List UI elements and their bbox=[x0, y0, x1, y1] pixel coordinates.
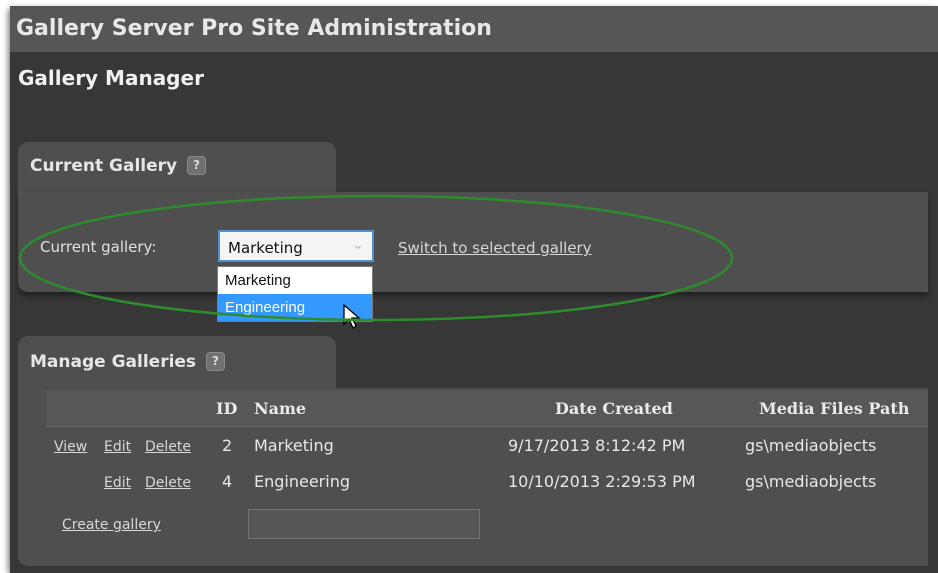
site-admin-header: Gallery Server Pro Site Administration bbox=[10, 6, 938, 52]
chevron-down-icon: ⌄ bbox=[352, 237, 364, 253]
page-title: Gallery Manager bbox=[18, 66, 204, 90]
view-link[interactable]: View bbox=[54, 439, 87, 455]
gallery-id: 2 bbox=[222, 436, 233, 455]
manage-galleries-title: Manage Galleries bbox=[30, 352, 197, 372]
dropdown-option-marketing[interactable]: Marketing bbox=[218, 267, 372, 294]
mouse-pointer-icon bbox=[343, 304, 361, 329]
column-header-name: Name bbox=[254, 399, 307, 418]
delete-link[interactable]: Delete bbox=[145, 475, 191, 491]
gallery-id: 4 bbox=[222, 472, 233, 491]
gallery-name: Marketing bbox=[254, 436, 334, 455]
gallery-media-path: gs\mediaobjects bbox=[745, 436, 877, 455]
current-gallery-panel: Current Gallery ? Current gallery: Marke… bbox=[18, 142, 928, 329]
create-gallery-link[interactable]: Create gallery bbox=[62, 517, 161, 533]
current-gallery-selected-value: Marketing bbox=[228, 239, 303, 257]
current-gallery-label: Current gallery: bbox=[40, 238, 157, 256]
switch-gallery-link[interactable]: Switch to selected gallery bbox=[398, 239, 592, 257]
help-icon[interactable]: ? bbox=[205, 352, 225, 371]
new-gallery-name-input[interactable] bbox=[248, 509, 480, 539]
delete-link[interactable]: Delete bbox=[145, 439, 191, 455]
gallery-media-path: gs\mediaobjects bbox=[745, 472, 877, 491]
current-gallery-heading: Current Gallery ? bbox=[30, 156, 207, 176]
gallery-name: Engineering bbox=[254, 472, 350, 491]
current-gallery-select[interactable]: Marketing ⌄ bbox=[218, 230, 374, 262]
current-gallery-title: Current Gallery bbox=[30, 156, 178, 176]
site-admin-title: Gallery Server Pro Site Administration bbox=[16, 16, 492, 41]
gallery-date-created: 9/17/2013 8:12:42 PM bbox=[508, 436, 686, 455]
manage-galleries-heading: Manage Galleries ? bbox=[30, 352, 225, 372]
column-header-id: ID bbox=[216, 399, 238, 418]
edit-link[interactable]: Edit bbox=[104, 439, 131, 455]
column-header-media-path: Media Files Path bbox=[759, 399, 910, 418]
gallery-date-created: 10/10/2013 2:29:53 PM bbox=[508, 472, 696, 491]
help-icon[interactable]: ? bbox=[187, 156, 207, 175]
edit-link[interactable]: Edit bbox=[104, 475, 131, 491]
column-header-date-created: Date Created bbox=[555, 399, 673, 418]
